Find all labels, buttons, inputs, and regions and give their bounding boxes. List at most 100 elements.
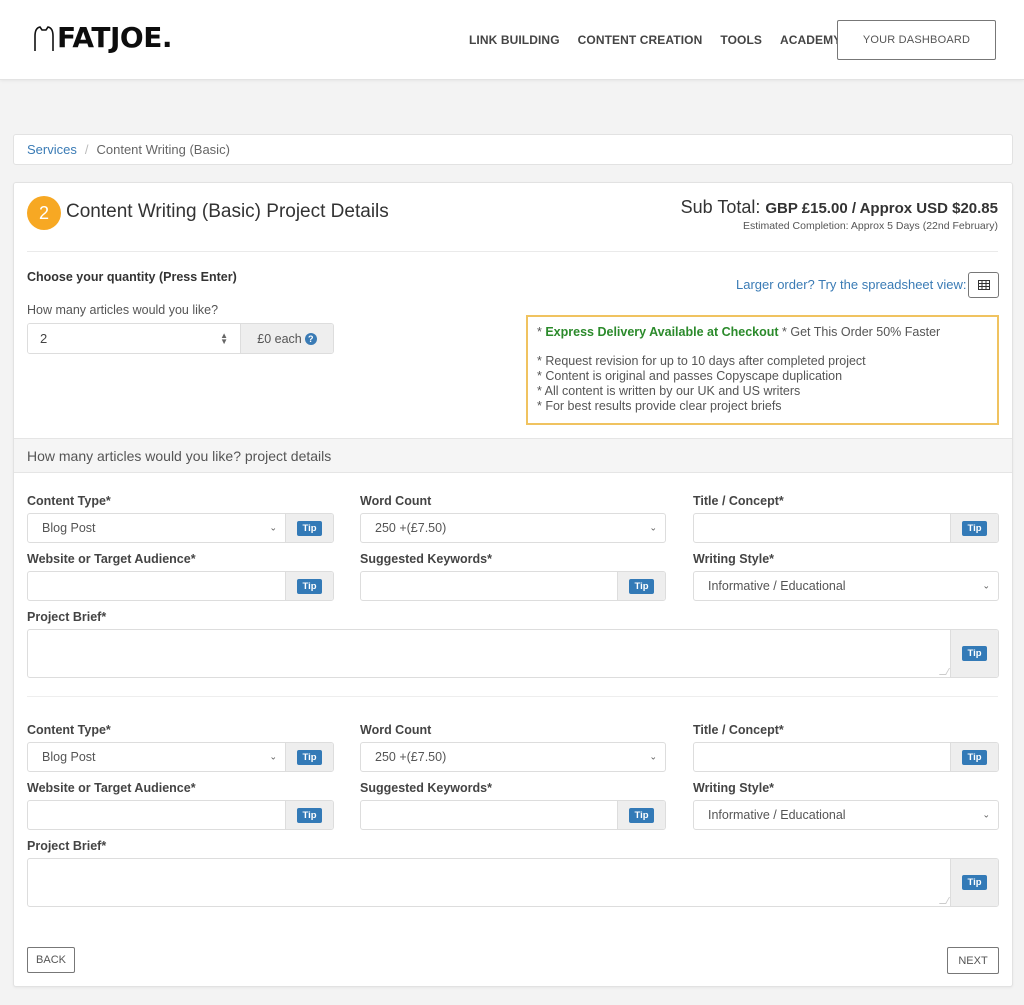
project-brief-label: Project Brief* [27,610,107,624]
target-audience-label: Website or Target Audience* [27,552,196,566]
tip-button[interactable]: Tip [629,807,654,823]
keywords-label: Suggested Keywords* [360,552,492,566]
content-type-value: Blog Post [42,521,96,535]
breadcrumb-separator: / [84,142,89,157]
project-brief-textarea[interactable] [28,859,951,906]
word-count-select[interactable]: 250 +(£7.50) ⌄ [360,513,666,543]
info-bullet: * Content is original and passes Copysca… [537,369,843,383]
info-bullet: * For best results provide clear project… [537,399,782,413]
nav-academy[interactable]: ACADEMY [780,33,841,47]
tip-button[interactable]: Tip [962,749,987,765]
tip-addon[interactable]: Tip [950,514,998,542]
nav-link-building[interactable]: LINK BUILDING [469,33,560,47]
breadcrumb-services[interactable]: Services [27,142,77,157]
tip-addon[interactable]: Tip [285,801,333,829]
content-type-select[interactable]: Blog Post ⌄ [28,743,285,771]
chevron-down-icon: ⌄ [649,751,657,762]
project-brief-textarea[interactable] [28,630,951,677]
main-nav: LINK BUILDING CONTENT CREATION TOOLS ACA… [469,33,859,47]
tip-addon[interactable]: Tip [617,801,665,829]
writing-style-label: Writing Style* [693,552,775,566]
tip-button[interactable]: Tip [297,749,322,765]
fatjoe-logo[interactable]: FATJOE. [33,21,173,54]
word-count-label: Word Count [360,723,432,737]
title-concept-label: Title / Concept* [693,494,784,508]
project-brief-label: Project Brief* [27,839,107,853]
title-concept-group: Tip [693,742,999,772]
tip-addon[interactable]: Tip [285,572,333,600]
content-type-select[interactable]: Blog Post ⌄ [28,514,285,542]
quantity-value: 2 [40,331,48,346]
keywords-input[interactable] [361,572,617,600]
word-count-select[interactable]: 250 +(£7.50) ⌄ [360,742,666,772]
tip-addon[interactable]: Tip [950,630,998,677]
chevron-down-icon: ⌄ [269,522,277,533]
help-icon[interactable]: ? [304,332,317,345]
target-audience-input[interactable] [28,572,285,600]
writing-style-label: Writing Style* [693,781,775,795]
target-audience-input[interactable] [28,801,285,829]
tip-button[interactable]: Tip [962,646,987,661]
article-divider [27,696,998,697]
tip-button[interactable]: Tip [297,807,322,823]
divider [27,251,998,252]
nav-content-creation[interactable]: CONTENT CREATION [578,33,703,47]
tip-button[interactable]: Tip [297,578,322,594]
step-number-badge: 2 [27,196,61,230]
keywords-input[interactable] [361,801,617,829]
tip-addon[interactable]: Tip [285,743,333,771]
project-brief-group: Tip [27,858,999,907]
your-dashboard-button[interactable]: YOUR DASHBOARD [837,20,996,60]
chevron-down-icon: ⌄ [649,522,657,533]
quantity-title: Choose your quantity (Press Enter) [27,270,237,284]
content-type-label: Content Type* [27,723,111,737]
express-suffix: * Get This Order 50% Faster [778,325,941,339]
content-type-group: Blog Post ⌄ Tip [27,513,334,543]
tip-button[interactable]: Tip [297,520,322,536]
tip-addon[interactable]: Tip [285,514,333,542]
content-type-group: Blog Post ⌄ Tip [27,742,334,772]
nav-tools[interactable]: TOOLS [720,33,762,47]
table-grid-icon [977,280,990,290]
spreadsheet-view-link[interactable]: Larger order? Try the spreadsheet view: [736,277,967,292]
tip-button[interactable]: Tip [629,578,654,594]
spinner-arrows-icon[interactable]: ▲ ▼ [220,331,228,345]
page-title: Content Writing (Basic) Project Details [66,201,389,222]
word-count-label: Word Count [360,494,432,508]
title-concept-input[interactable] [694,743,950,771]
back-button[interactable]: BACK [27,947,75,973]
next-button[interactable]: NEXT [947,947,999,974]
keywords-group: Tip [360,571,666,601]
quantity-stepper[interactable]: 2 ▲ ▼ [28,324,240,353]
price-each: £0 each [257,331,302,346]
tip-addon[interactable]: Tip [617,572,665,600]
quantity-input-group: 2 ▲ ▼ £0 each ? [27,323,334,354]
word-count-value: 250 +(£7.50) [375,521,447,535]
subtotal-label: Sub Total: [680,197,761,217]
info-bullet: * All content is written by our UK and U… [537,384,801,398]
tip-button[interactable]: Tip [962,520,987,536]
writing-style-select[interactable]: Informative / Educational ⌄ [693,800,999,830]
resize-handle-icon[interactable] [938,897,951,904]
top-navbar: FATJOE. LINK BUILDING CONTENT CREATION T… [0,0,1024,80]
info-bullet: * Request revision for up to 10 days aft… [537,354,866,368]
chevron-down-icon: ⌄ [982,809,990,820]
chevron-down-icon: ⌄ [982,580,990,591]
target-audience-label: Website or Target Audience* [27,781,196,795]
tip-addon[interactable]: Tip [950,859,998,906]
express-info-box: * Express Delivery Available at Checkout… [526,315,999,425]
resize-handle-icon[interactable] [938,668,951,675]
spreadsheet-view-button[interactable] [968,272,999,298]
word-count-value: 250 +(£7.50) [375,750,447,764]
tip-addon[interactable]: Tip [950,743,998,771]
logo-text: FATJOE. [57,21,173,54]
keywords-label: Suggested Keywords* [360,781,492,795]
breadcrumb: Services / Content Writing (Basic) [13,134,1013,165]
title-concept-label: Title / Concept* [693,723,784,737]
quantity-label: How many articles would you like? [27,303,219,317]
title-concept-input[interactable] [694,514,950,542]
writing-style-select[interactable]: Informative / Educational ⌄ [693,571,999,601]
writing-style-value: Informative / Educational [708,579,846,593]
price-each-addon: £0 each ? [240,324,333,353]
tip-button[interactable]: Tip [962,875,987,890]
